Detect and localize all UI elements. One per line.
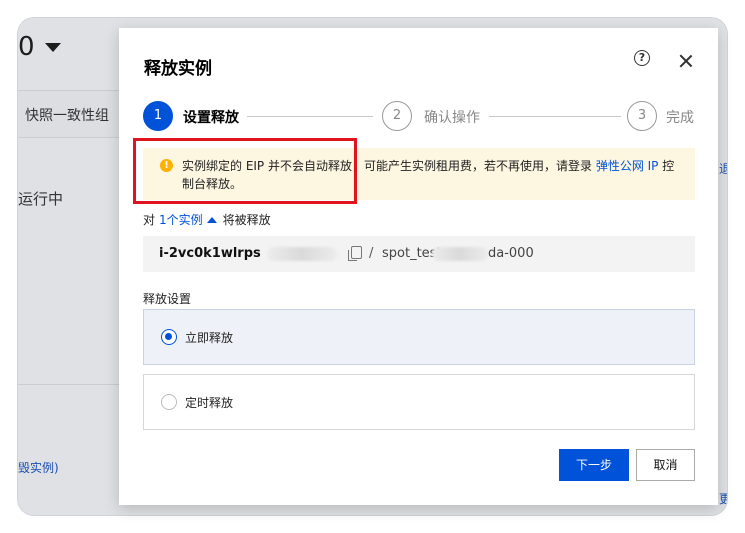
instance-row: i-2vc0k1wlrps / spot_test-c da-000	[143, 236, 695, 272]
step-connector	[247, 116, 373, 117]
step-2-label: 确认操作	[424, 110, 480, 126]
option-label: 定时释放	[185, 396, 234, 410]
release-instance-dialog: 释放实例 ? 1 设置释放 2 确认操作 3 完成 ! 实例绑定的 EIP 并不…	[119, 28, 718, 505]
background-right-edge-text: 更	[719, 492, 727, 506]
background-tab[interactable]: 快照一致性组	[25, 105, 109, 125]
background-dropdown[interactable]: 0	[18, 32, 61, 62]
redacted-block	[267, 247, 337, 261]
help-icon[interactable]: ?	[634, 50, 650, 66]
release-settings-label: 释放设置	[143, 292, 192, 306]
step-3-label: 完成	[666, 110, 694, 126]
instance-separator: /	[369, 246, 374, 261]
background-tab-strip: 快照一致性组	[18, 90, 119, 138]
step-2-circle: 2	[382, 101, 412, 131]
background-link[interactable]: 毁实例)	[18, 459, 59, 476]
alert-text-before: 实例绑定的 EIP 并不会自动释放，可能产生实例租用费，若不再使用，请登录	[182, 159, 596, 173]
close-icon[interactable]	[677, 52, 695, 70]
radio-checked-icon[interactable]	[161, 329, 177, 345]
background-divider	[18, 384, 119, 385]
instance-count-row: 对 1个实例 将被释放	[143, 211, 271, 228]
count-prefix: 对	[143, 213, 156, 227]
copy-icon[interactable]	[348, 246, 362, 261]
dialog-title: 释放实例	[144, 59, 212, 79]
step-connector	[489, 116, 621, 117]
option-label: 立即释放	[185, 331, 234, 345]
eip-console-link[interactable]: 弹性公网 IP	[596, 159, 659, 173]
chevron-up-icon[interactable]	[206, 216, 217, 223]
cancel-button[interactable]: 取消	[636, 449, 695, 481]
eip-warning-alert: ! 实例绑定的 EIP 并不会自动释放，可能产生实例租用费，若不再使用，请登录 …	[143, 148, 695, 200]
radio-unchecked-icon[interactable]	[161, 394, 177, 410]
step-1-circle: 1	[143, 101, 173, 131]
count-suffix: 将被释放	[222, 213, 271, 227]
background-dropdown-value: 0	[18, 32, 35, 62]
chevron-down-icon	[44, 42, 61, 52]
instance-count-toggle[interactable]: 1个实例	[159, 211, 203, 228]
background-right-edge-text: 退	[719, 162, 727, 176]
redacted-block	[432, 247, 488, 261]
next-step-button[interactable]: 下一步	[559, 449, 629, 481]
step-1-label: 设置释放	[183, 110, 239, 126]
warning-icon: !	[160, 159, 173, 172]
step-3-circle: 3	[627, 101, 657, 131]
release-now-option[interactable]: 立即释放	[143, 309, 695, 365]
background-status-text: 运行中	[18, 190, 64, 208]
scheduled-release-option[interactable]: 定时释放	[143, 374, 695, 430]
instance-id: i-2vc0k1wlrps	[159, 246, 261, 261]
instance-name-suffix: da-000	[488, 246, 534, 261]
step-indicator: 1 设置释放 2 确认操作 3 完成	[143, 101, 695, 131]
alert-text: 实例绑定的 EIP 并不会自动释放，可能产生实例租用费，若不再使用，请登录 弹性…	[182, 157, 682, 193]
